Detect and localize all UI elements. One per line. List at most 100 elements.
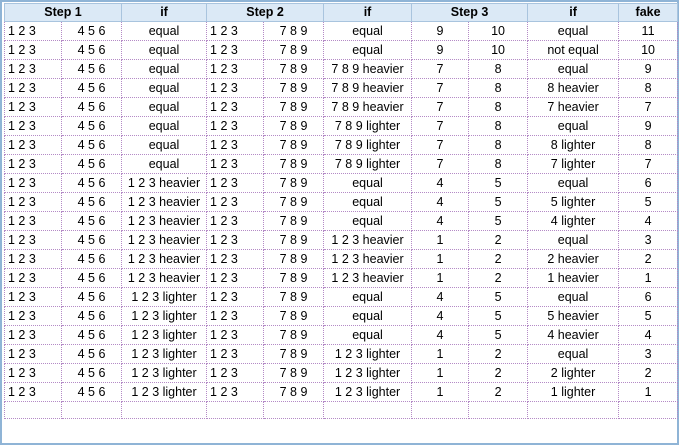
cell-step3-left[interactable]: 1 (411, 344, 470, 364)
cell-step3-left[interactable]: 4 (411, 192, 470, 212)
cell-step1-right[interactable]: 4 5 6 (60, 97, 123, 117)
cell-step3-left[interactable]: 1 (411, 268, 470, 288)
cell-step2-right[interactable]: 7 8 9 (263, 268, 325, 288)
cell-step1-result[interactable]: equal (121, 21, 208, 41)
cell-step3-right[interactable]: 5 (468, 173, 529, 193)
empty-cell[interactable] (527, 401, 620, 419)
cell-step1-right[interactable]: 4 5 6 (60, 59, 123, 79)
cell-step3-left[interactable]: 4 (411, 306, 470, 326)
cell-step3-right[interactable]: 8 (468, 154, 529, 174)
cell-step1-left[interactable]: 1 2 3 (4, 211, 62, 231)
cell-step3-right[interactable]: 5 (468, 287, 529, 307)
cell-fake-coin[interactable]: 6 (618, 287, 679, 307)
cell-step2-right[interactable]: 7 8 9 (263, 192, 325, 212)
cell-step1-right[interactable]: 4 5 6 (60, 78, 123, 98)
cell-step2-result[interactable]: 1 2 3 heavier (323, 268, 413, 288)
cell-step1-left[interactable]: 1 2 3 (4, 363, 62, 383)
cell-step1-right[interactable]: 4 5 6 (60, 154, 123, 174)
cell-step1-result[interactable]: 1 2 3 heavier (121, 230, 208, 250)
empty-cell[interactable] (263, 401, 325, 419)
cell-step1-left[interactable]: 1 2 3 (4, 268, 62, 288)
cell-step2-left[interactable]: 1 2 3 (206, 21, 265, 41)
cell-step1-left[interactable]: 1 2 3 (4, 40, 62, 60)
cell-step2-left[interactable]: 1 2 3 (206, 306, 265, 326)
cell-step3-result[interactable]: equal (527, 21, 620, 41)
cell-step3-result[interactable]: 8 heavier (527, 78, 620, 98)
cell-step3-right[interactable]: 8 (468, 78, 529, 98)
empty-cell[interactable] (4, 401, 62, 419)
cell-step2-right[interactable]: 7 8 9 (263, 97, 325, 117)
cell-step3-result[interactable]: equal (527, 230, 620, 250)
cell-fake-coin[interactable]: 5 (618, 306, 679, 326)
cell-step2-right[interactable]: 7 8 9 (263, 382, 325, 402)
empty-cell[interactable] (323, 401, 413, 419)
cell-step3-left[interactable]: 1 (411, 230, 470, 250)
cell-fake-coin[interactable]: 3 (618, 230, 679, 250)
cell-step2-left[interactable]: 1 2 3 (206, 325, 265, 345)
cell-step2-result[interactable]: equal (323, 211, 413, 231)
cell-step3-left[interactable]: 1 (411, 363, 470, 383)
cell-step1-result[interactable]: 1 2 3 lighter (121, 287, 208, 307)
cell-step1-left[interactable]: 1 2 3 (4, 306, 62, 326)
cell-fake-coin[interactable]: 9 (618, 116, 679, 136)
cell-step2-right[interactable]: 7 8 9 (263, 78, 325, 98)
cell-step3-result[interactable]: 1 lighter (527, 382, 620, 402)
cell-step1-right[interactable]: 4 5 6 (60, 306, 123, 326)
cell-step1-left[interactable]: 1 2 3 (4, 97, 62, 117)
cell-step3-left[interactable]: 1 (411, 249, 470, 269)
cell-step2-result[interactable]: 7 8 9 heavier (323, 97, 413, 117)
cell-step2-right[interactable]: 7 8 9 (263, 306, 325, 326)
cell-step3-result[interactable]: 2 lighter (527, 363, 620, 383)
cell-step2-right[interactable]: 7 8 9 (263, 344, 325, 364)
cell-step2-right[interactable]: 7 8 9 (263, 287, 325, 307)
cell-step2-result[interactable]: equal (323, 192, 413, 212)
cell-fake-coin[interactable]: 5 (618, 192, 679, 212)
cell-fake-coin[interactable]: 11 (618, 21, 679, 41)
cell-step1-left[interactable]: 1 2 3 (4, 344, 62, 364)
cell-step2-result[interactable]: equal (323, 40, 413, 60)
cell-step3-left[interactable]: 7 (411, 154, 470, 174)
cell-step3-result[interactable]: 7 lighter (527, 154, 620, 174)
cell-step2-result[interactable]: equal (323, 21, 413, 41)
cell-step2-left[interactable]: 1 2 3 (206, 230, 265, 250)
cell-fake-coin[interactable]: 10 (618, 40, 679, 60)
cell-fake-coin[interactable]: 4 (618, 325, 679, 345)
cell-step2-result[interactable]: 1 2 3 heavier (323, 230, 413, 250)
cell-step1-result[interactable]: equal (121, 154, 208, 174)
cell-step3-result[interactable]: equal (527, 287, 620, 307)
cell-step2-left[interactable]: 1 2 3 (206, 78, 265, 98)
cell-step2-right[interactable]: 7 8 9 (263, 154, 325, 174)
cell-step1-result[interactable]: 1 2 3 heavier (121, 268, 208, 288)
cell-step3-right[interactable]: 5 (468, 211, 529, 231)
empty-cell[interactable] (618, 401, 679, 419)
cell-step1-left[interactable]: 1 2 3 (4, 325, 62, 345)
cell-step1-right[interactable]: 4 5 6 (60, 211, 123, 231)
cell-step3-right[interactable]: 5 (468, 325, 529, 345)
cell-step1-left[interactable]: 1 2 3 (4, 154, 62, 174)
cell-step1-left[interactable]: 1 2 3 (4, 382, 62, 402)
cell-step2-result[interactable]: equal (323, 325, 413, 345)
cell-step1-right[interactable]: 4 5 6 (60, 192, 123, 212)
cell-step2-result[interactable]: 7 8 9 heavier (323, 59, 413, 79)
cell-fake-coin[interactable]: 9 (618, 59, 679, 79)
cell-step3-right[interactable]: 2 (468, 363, 529, 383)
cell-step1-left[interactable]: 1 2 3 (4, 192, 62, 212)
empty-cell[interactable] (468, 401, 529, 419)
cell-step2-left[interactable]: 1 2 3 (206, 287, 265, 307)
cell-step3-right[interactable]: 10 (468, 21, 529, 41)
cell-step1-right[interactable]: 4 5 6 (60, 344, 123, 364)
empty-cell[interactable] (411, 401, 470, 419)
cell-step2-right[interactable]: 7 8 9 (263, 230, 325, 250)
empty-cell[interactable] (121, 401, 208, 419)
cell-step1-result[interactable]: equal (121, 59, 208, 79)
cell-step2-right[interactable]: 7 8 9 (263, 249, 325, 269)
cell-step1-right[interactable]: 4 5 6 (60, 249, 123, 269)
cell-step2-right[interactable]: 7 8 9 (263, 363, 325, 383)
cell-step3-right[interactable]: 10 (468, 40, 529, 60)
cell-step3-right[interactable]: 8 (468, 97, 529, 117)
cell-step2-result[interactable]: 7 8 9 lighter (323, 154, 413, 174)
cell-step3-result[interactable]: 5 heavier (527, 306, 620, 326)
cell-step2-right[interactable]: 7 8 9 (263, 59, 325, 79)
cell-step1-left[interactable]: 1 2 3 (4, 287, 62, 307)
cell-step1-result[interactable]: 1 2 3 heavier (121, 211, 208, 231)
